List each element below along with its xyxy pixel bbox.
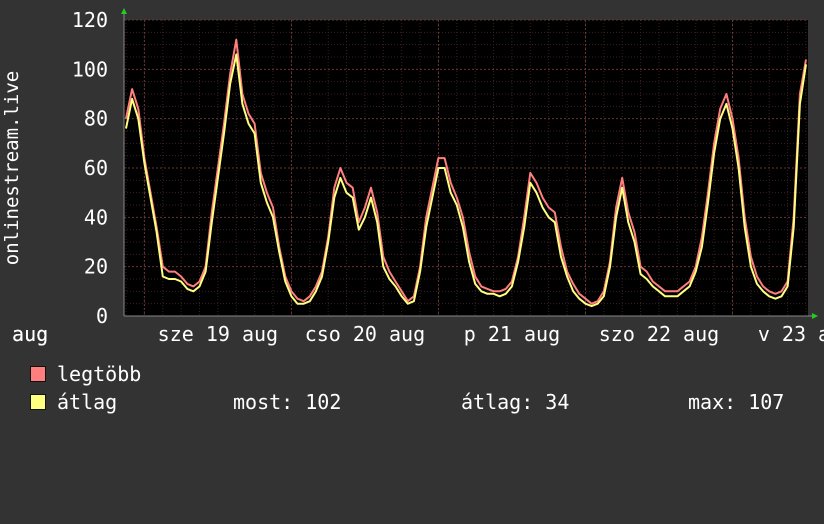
- x-axis-arrow: [812, 313, 818, 319]
- x-tick-label: szo 22 aug: [599, 322, 719, 346]
- stat-current: most: 102: [233, 390, 342, 414]
- y-tick-label: 60: [84, 156, 108, 180]
- stat-maximum: max: 107: [688, 390, 785, 414]
- x-tick-label: p 21 aug: [464, 322, 560, 346]
- stat-average: átlag: 34: [461, 390, 570, 414]
- y-axis-arrow: [121, 8, 127, 14]
- atlag-swatch: [30, 394, 46, 410]
- y-tick-label: 20: [84, 255, 108, 279]
- x-tick-label: k 25 aug: [0, 322, 48, 346]
- y-tick-label: 0: [96, 304, 108, 328]
- y-axis-label: onlinestream.live: [1, 71, 23, 265]
- legend-label-legtobb: legtöbb: [57, 362, 142, 386]
- y-tick-label: 120: [72, 8, 108, 32]
- legtobb-swatch: [30, 366, 46, 382]
- x-tick-label: v 23 aug: [758, 322, 824, 346]
- y-tick-label: 80: [84, 107, 108, 131]
- legend-item-atlag: átlag most: 102 átlag: 34 max: 107: [30, 391, 820, 413]
- y-tick-label: 100: [72, 57, 108, 81]
- y-tick-label: 40: [84, 205, 108, 229]
- legend-item-legtobb: legtöbb: [30, 363, 141, 385]
- legend-label-atlag: átlag: [57, 390, 118, 414]
- x-tick-label: sze 19 aug: [158, 322, 278, 346]
- line-chart: 0 20 40 60 80 100 120 onlinestream.live sze 19 a…: [0, 8, 824, 346]
- x-tick-label: cso 20 aug: [305, 322, 425, 346]
